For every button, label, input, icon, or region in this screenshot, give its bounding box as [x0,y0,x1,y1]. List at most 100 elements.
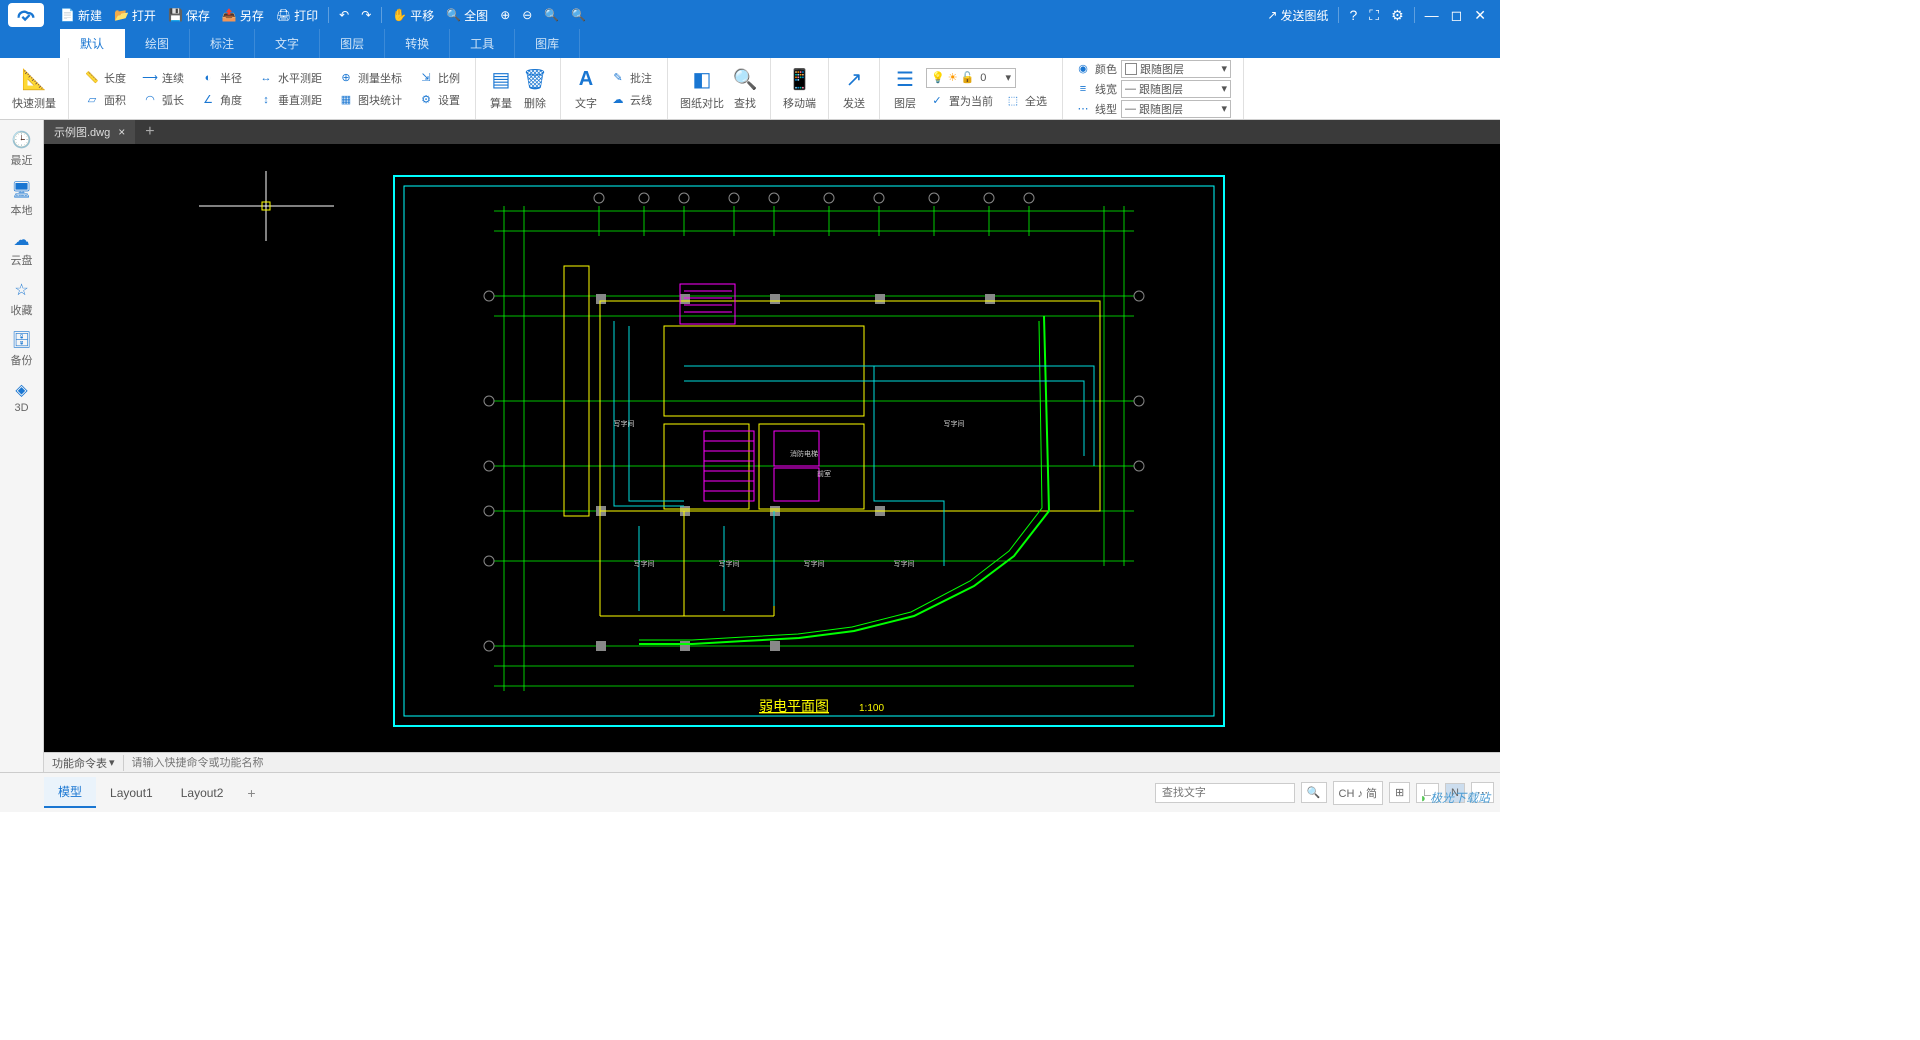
drawing-canvas[interactable]: 写字间 写字间 写字间 写字间 写字间 写字间 前室 消防电梯 弱电平面图 1:… [44,144,1500,752]
layers-icon: ☰ [892,66,918,92]
angle-button[interactable]: ∠角度 [197,91,245,109]
new-icon: 📄 [60,8,75,22]
layout-1[interactable]: Layout1 [96,780,167,806]
delete-button[interactable]: 🗑删除 [518,64,552,113]
fullscreen-button[interactable]: ⛶ [1363,7,1385,24]
file-tab[interactable]: 示例图.dwg× [44,120,135,144]
save-icon: 💾 [168,8,183,22]
annotate-button[interactable]: ✎批注 [607,69,655,87]
scale-button[interactable]: ⇲比例 [415,69,463,87]
continuous-button[interactable]: ⟶连续 [139,69,187,87]
arc-button[interactable]: ◠弧长 [139,91,187,109]
close-tab-icon[interactable]: × [118,125,125,139]
tab-text[interactable]: 文字 [255,29,320,58]
redo-button[interactable]: ↷ [355,8,377,22]
text-search-input[interactable] [1155,783,1295,803]
sidebar-local[interactable]: 🖥本地 [0,174,43,224]
zoom-fit-button[interactable]: 🔍全图 [440,7,494,24]
zoom-icon: 🔍 [446,8,461,22]
tab-default[interactable]: 默认 [60,29,125,58]
cube-icon: ◈ [15,380,27,400]
color-combo[interactable]: 跟随图层▾ [1121,60,1231,78]
open-button[interactable]: 📂打开 [108,7,162,24]
zoom-window-button[interactable]: 🔍 [538,8,565,22]
minimize-button[interactable]: — [1419,7,1445,23]
tab-dim[interactable]: 标注 [190,29,255,58]
hdist-button[interactable]: ↔水平测距 [255,69,325,87]
tab-convert[interactable]: 转换 [385,29,450,58]
length-icon: 📏 [84,70,100,86]
coord-button[interactable]: ⊕测量坐标 [335,69,405,87]
ime-indicator[interactable]: CH ♪ 简 [1333,781,1384,805]
close-button[interactable]: ✕ [1468,7,1492,24]
command-input[interactable] [124,757,1500,769]
zoom-win-icon: 🔍 [544,8,559,22]
tab-layer[interactable]: 图层 [320,29,385,58]
undo-button[interactable]: ↶ [333,8,355,22]
more-status[interactable]: ⋯ [1471,782,1494,803]
lineweight-combo[interactable]: —跟随图层▾ [1121,80,1231,98]
trash-icon: 🗑 [522,66,548,92]
msettings-button[interactable]: ⚙设置 [415,91,463,109]
calc-button[interactable]: ▤算量 [484,64,518,113]
selectall-button[interactable]: ⬚全选 [1002,92,1050,110]
lock-icon: 🔓 [961,71,975,84]
file-tabs: 示例图.dwg× + [44,120,1500,144]
print-button[interactable]: 🖨打印 [270,7,324,24]
quick-measure-button[interactable]: 📐 快速测量 [8,64,60,113]
tab-tools[interactable]: 工具 [450,29,515,58]
sidebar-backup[interactable]: 🗄备份 [0,324,43,374]
setcurrent-button[interactable]: ✓置为当前 [926,92,996,110]
sidebar-recent[interactable]: 🕒最近 [0,124,43,174]
zoom-out-button[interactable]: ⊖ [516,8,538,22]
search-go-button[interactable]: 🔍 [1301,782,1327,803]
send-button[interactable]: ↗发送 [837,64,871,113]
hand-icon: ✋ [392,8,407,22]
radius-button[interactable]: ◐半径 [197,69,245,87]
send-drawing-button[interactable]: ↗发送图纸 [1261,7,1334,24]
mobile-button[interactable]: 📱移动端 [779,64,820,113]
length-button[interactable]: 📏长度 [81,69,129,87]
open-icon: 📂 [114,8,129,22]
pan-button[interactable]: ✋平移 [386,7,440,24]
command-bar: 功能命令表 ▾ [44,752,1500,772]
cloud-icon: ☁ [610,92,626,108]
layer-button[interactable]: ☰图层 [888,64,922,113]
text-button[interactable]: A文字 [569,64,603,113]
svg-text:前室: 前室 [817,469,831,478]
vdist-button[interactable]: ↕垂直测距 [255,91,325,109]
add-tab-button[interactable]: + [135,123,164,141]
cmd-label[interactable]: 功能命令表 ▾ [44,755,124,771]
drawing-scale: 1:100 [859,703,884,714]
sidebar-favorites[interactable]: ☆收藏 [0,274,43,324]
zoom-in-button[interactable]: ⊕ [494,8,516,22]
cloud-button[interactable]: ☁云线 [607,91,655,109]
menu-tabs: 默认 绘图 标注 文字 图层 转换 工具 图库 [0,30,1500,58]
saveas-button[interactable]: 📤另存 [216,7,270,24]
snap-toggle[interactable]: ⊞ [1389,782,1410,803]
maximize-button[interactable]: ◻ [1445,7,1469,24]
sidebar-3d[interactable]: ◈3D [0,374,43,420]
area-button[interactable]: ▱面积 [81,91,129,109]
send-icon: ↗ [841,66,867,92]
save-button[interactable]: 💾保存 [162,7,216,24]
osnap-toggle[interactable]: N [1445,783,1465,803]
tab-library[interactable]: 图库 [515,29,580,58]
layout-2[interactable]: Layout2 [167,780,238,806]
help-button[interactable]: ? [1343,7,1363,23]
zoom-prev-button[interactable]: 🔍 [565,8,592,22]
sidebar-cloud[interactable]: ☁云盘 [0,224,43,274]
settings-button[interactable]: ⚙ [1385,7,1410,24]
tab-draw[interactable]: 绘图 [125,29,190,58]
blockstat-button[interactable]: ▦图块统计 [335,91,405,109]
layout-model[interactable]: 模型 [44,777,96,808]
find-button[interactable]: 🔍查找 [728,64,762,113]
continuous-icon: ⟶ [142,70,158,86]
compare-button[interactable]: ◧图纸对比 [676,64,728,113]
clock-icon: 🕒 [12,130,32,150]
layer-combo[interactable]: 💡☀🔓0▾ [926,68,1016,88]
add-layout-button[interactable]: + [237,785,265,801]
ortho-toggle[interactable]: ∟ [1416,783,1439,803]
linetype-combo[interactable]: —跟随图层▾ [1121,100,1231,118]
new-button[interactable]: 📄新建 [54,7,108,24]
